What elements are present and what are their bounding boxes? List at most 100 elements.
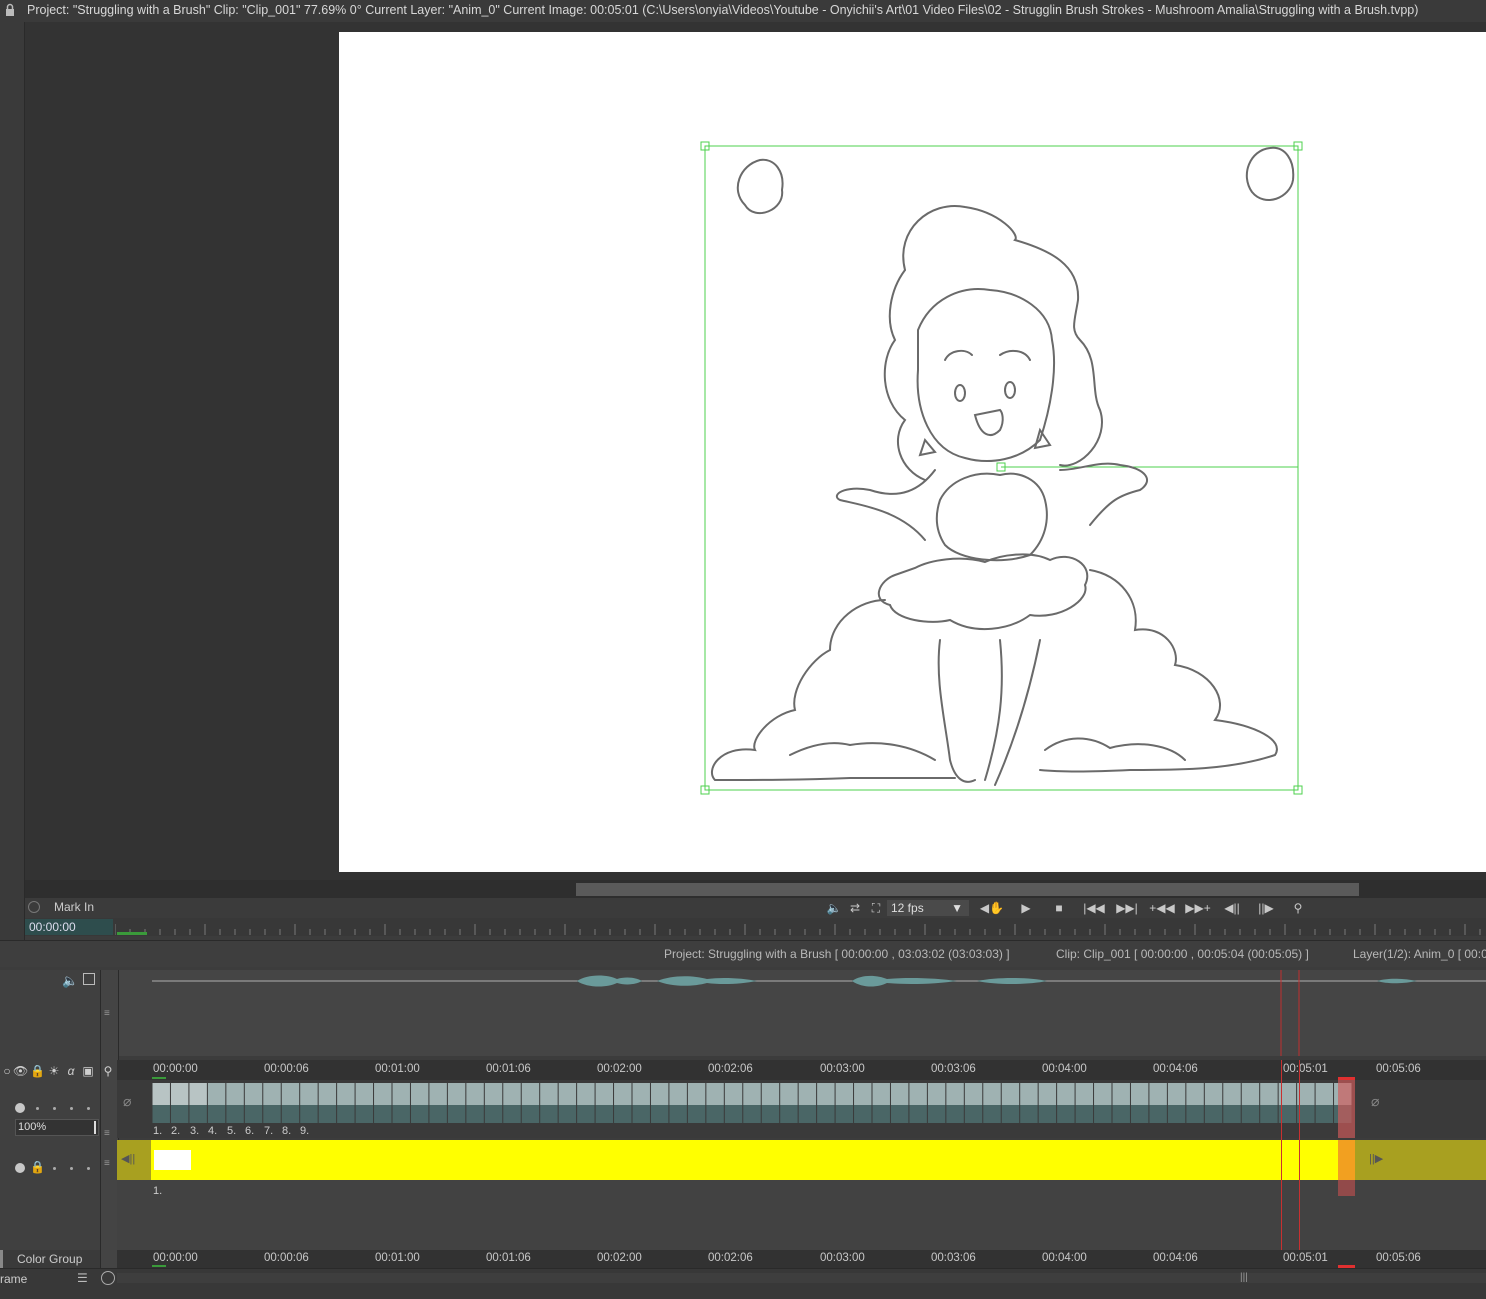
frame-cell[interactable] <box>318 1105 337 1123</box>
frame-cell[interactable] <box>964 1105 983 1123</box>
frame-cell[interactable] <box>484 1105 503 1123</box>
frame-cell[interactable] <box>374 1105 392 1123</box>
frame-thumbnail[interactable] <box>466 1083 484 1105</box>
frame-cell[interactable] <box>1020 1105 1038 1123</box>
frame-thumbnail[interactable] <box>503 1083 521 1105</box>
frame-cell[interactable] <box>226 1105 244 1123</box>
sound-settings-icon[interactable] <box>83 973 95 985</box>
layer-option-dot[interactable] <box>53 1107 56 1110</box>
frame-thumbnail[interactable] <box>798 1083 817 1105</box>
frame-thumbnail[interactable] <box>447 1083 466 1105</box>
location-pin-icon[interactable]: ⚲ <box>1289 900 1307 916</box>
frame-thumbnail[interactable] <box>946 1083 964 1105</box>
frame-thumbnail[interactable] <box>964 1083 983 1105</box>
frame-cell[interactable] <box>577 1105 595 1123</box>
frame-thumbnail[interactable] <box>1241 1083 1260 1105</box>
timeline-horizontal-scrollbar[interactable] <box>117 1273 1486 1283</box>
frame-cell[interactable] <box>761 1105 780 1123</box>
frame-thumbnail[interactable] <box>1260 1083 1278 1105</box>
frame-cell[interactable] <box>927 1105 946 1123</box>
go-to-start-icon[interactable]: |◀◀ <box>1083 900 1105 916</box>
frame-cell[interactable] <box>503 1105 521 1123</box>
opacity-slider-handle[interactable] <box>94 1121 96 1134</box>
frame-thumbnail[interactable] <box>780 1083 798 1105</box>
frame-cell[interactable] <box>558 1105 577 1123</box>
frame-thumbnail[interactable] <box>521 1083 540 1105</box>
hand-shuttle-icon[interactable]: ◀✋▶ <box>977 900 1007 931</box>
layer-visibility-dot[interactable] <box>15 1163 25 1173</box>
frame-cell[interactable] <box>743 1105 761 1123</box>
frame-cell[interactable] <box>854 1105 872 1123</box>
frame-cell[interactable] <box>1241 1105 1260 1123</box>
playhead-marker[interactable] <box>1338 1077 1355 1080</box>
frame-thumbnail[interactable] <box>595 1083 614 1105</box>
frame-mode-label[interactable]: rame <box>0 1272 27 1286</box>
fps-select[interactable]: 12 fps ▼ <box>887 900 969 916</box>
previous-frame-icon[interactable]: ◀|| <box>1221 900 1243 916</box>
playback-scrubber[interactable]: 00:00:00 <box>25 918 1486 936</box>
layer-option-dot[interactable] <box>70 1107 73 1110</box>
stop-icon[interactable]: ■ <box>1050 900 1068 916</box>
frame-thumbnail[interactable] <box>1186 1083 1204 1105</box>
list-settings-icon[interactable]: ☰ <box>77 1271 88 1285</box>
speaker-icon[interactable]: 🔈 <box>62 973 78 989</box>
frame-cell[interactable] <box>1075 1105 1094 1123</box>
stencil-icon[interactable]: ▣ <box>81 1064 95 1078</box>
frame-thumbnail[interactable] <box>743 1083 761 1105</box>
frame-thumbnail[interactable] <box>429 1083 447 1105</box>
frame-cell[interactable] <box>632 1105 650 1123</box>
frame-thumbnail[interactable] <box>724 1083 743 1105</box>
frame-cell[interactable] <box>872 1105 890 1123</box>
frame-cell[interactable] <box>724 1105 743 1123</box>
frame-cell[interactable] <box>706 1105 724 1123</box>
frame-cell[interactable] <box>300 1105 318 1123</box>
next-key-icon[interactable]: ▶▶+ <box>1185 900 1211 916</box>
frame-thumbnail[interactable] <box>1112 1083 1130 1105</box>
frame-cell[interactable] <box>614 1105 632 1123</box>
opacity-field[interactable]: 100% <box>15 1119 99 1136</box>
frame-thumbnail[interactable] <box>1057 1083 1075 1105</box>
frame-cell[interactable] <box>1204 1105 1223 1123</box>
frame-thumbnail[interactable] <box>392 1083 410 1105</box>
frame-thumbnail[interactable] <box>1001 1083 1020 1105</box>
menu-icon[interactable]: ○ <box>0 1064 14 1078</box>
viewport-horizontal-scrollbar[interactable] <box>25 880 1486 898</box>
frame-cell[interactable] <box>521 1105 540 1123</box>
frame-thumbnail[interactable] <box>890 1083 909 1105</box>
frame-cell[interactable] <box>817 1105 835 1123</box>
frame-thumbnail[interactable] <box>650 1083 669 1105</box>
frame-thumbnail[interactable] <box>374 1083 392 1105</box>
play-icon[interactable]: ▶ <box>1017 900 1035 916</box>
frame-thumbnail[interactable] <box>632 1083 650 1105</box>
frame-cell[interactable] <box>1112 1105 1130 1123</box>
frame-thumbnail[interactable] <box>189 1083 207 1105</box>
frame-thumbnail[interactable] <box>337 1083 355 1105</box>
frame-thumbnail[interactable] <box>263 1083 281 1105</box>
frame-thumbnail[interactable] <box>1149 1083 1167 1105</box>
frame-thumbnail[interactable] <box>244 1083 263 1105</box>
fullscreen-icon[interactable]: ⛶ <box>867 900 885 916</box>
extend-left-icon[interactable]: ◀|| <box>121 1152 135 1165</box>
frame-cell[interactable] <box>1223 1105 1241 1123</box>
lock-icon[interactable] <box>5 3 15 17</box>
frame-cell[interactable] <box>835 1105 854 1123</box>
layer-option-dot[interactable] <box>87 1107 90 1110</box>
frame-cell[interactable] <box>983 1105 1001 1123</box>
frame-thumbnail[interactable] <box>872 1083 890 1105</box>
frame-thumbnail[interactable] <box>1204 1083 1223 1105</box>
frame-thumbnail[interactable] <box>207 1083 226 1105</box>
next-frame-icon[interactable]: ||▶ <box>1255 900 1277 916</box>
frame-cell[interactable] <box>946 1105 964 1123</box>
layer-exposure-bar[interactable] <box>151 1140 1355 1180</box>
frame-thumbnail[interactable] <box>687 1083 706 1105</box>
frame-thumbnail[interactable] <box>761 1083 780 1105</box>
frame-thumbnail[interactable] <box>927 1083 946 1105</box>
frame-cell[interactable] <box>1167 1105 1186 1123</box>
frame-thumbnail[interactable] <box>170 1083 189 1105</box>
layer-option-dot[interactable] <box>36 1107 39 1110</box>
frame-cell[interactable] <box>263 1105 281 1123</box>
frame-cell[interactable] <box>1130 1105 1149 1123</box>
frame-thumbnail[interactable] <box>410 1083 429 1105</box>
frame-cell[interactable] <box>1260 1105 1278 1123</box>
frame-thumbnail[interactable] <box>152 1083 170 1105</box>
